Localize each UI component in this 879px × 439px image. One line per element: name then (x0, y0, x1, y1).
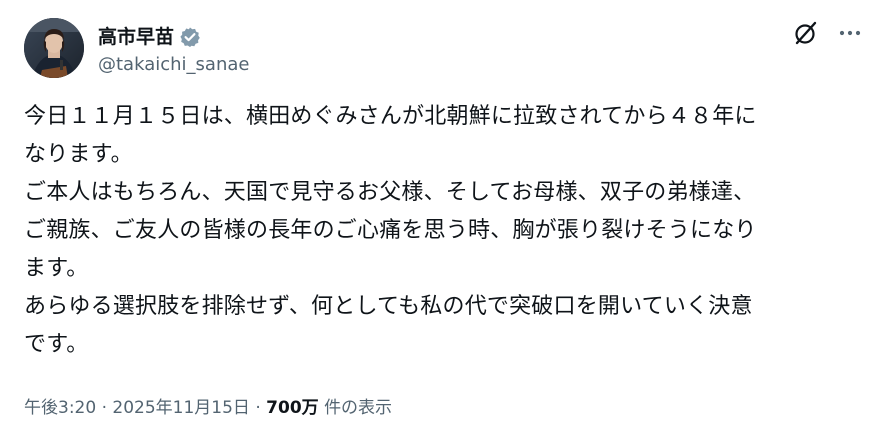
display-name-row: 高市早苗 (98, 24, 249, 50)
post-time: 午後3:20 (24, 398, 97, 418)
avatar-image (24, 18, 84, 78)
post-meta: 午後3:20 · 2025年11月15日 · 700万 件の表示 (24, 395, 392, 421)
display-name[interactable]: 高市早苗 (98, 24, 174, 50)
view-count: 700万 (266, 398, 319, 418)
verified-badge-icon[interactable] (179, 26, 201, 48)
meta-separator: · (101, 398, 107, 418)
post-time-link[interactable]: 午後3:20 · 2025年11月15日 (24, 398, 250, 418)
view-count-label: 件の表示 (324, 398, 393, 418)
post-actions (793, 20, 863, 46)
post-text: 今日１１月１５日は、横田めぐみさんが北朝鮮に拉致されてから４８年に なります。 … (24, 104, 757, 357)
meta-separator: · (255, 398, 261, 418)
handle[interactable]: @takaichi_sanae (98, 52, 249, 78)
avatar[interactable] (24, 18, 84, 78)
post-header: 高市早苗 @takaichi_sanae (24, 18, 863, 80)
more-icon[interactable] (837, 20, 863, 46)
post-date: 2025年11月15日 (112, 398, 250, 418)
author-names: 高市早苗 @takaichi_sanae (98, 24, 249, 78)
grok-icon[interactable] (793, 20, 819, 46)
